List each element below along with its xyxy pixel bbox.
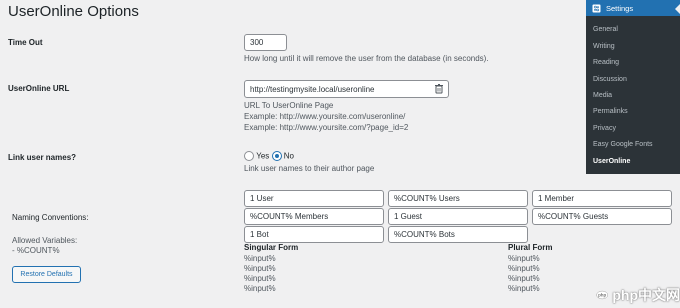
- radio-no-label[interactable]: No: [284, 152, 294, 161]
- plural-form-heading: Plural Form: [508, 243, 553, 252]
- link-names-label: Link user names?: [8, 153, 77, 162]
- submenu-item-reading[interactable]: Reading: [593, 59, 619, 66]
- url-description-line-3: Example: http://www.yoursite.com/?page_i…: [244, 123, 409, 132]
- radio-no[interactable]: [271, 151, 282, 161]
- timeout-description: How long until it will remove the user f…: [244, 54, 489, 63]
- submenu-item-media[interactable]: Media: [593, 92, 612, 99]
- naming-input-count-members[interactable]: %COUNT% Members: [244, 208, 384, 225]
- page-title: UserOnline Options: [8, 3, 139, 20]
- naming-input-1-guest[interactable]: 1 Guest: [388, 208, 528, 225]
- url-input-value: http://testingmysite.local/useronline: [250, 84, 375, 94]
- singular-form-heading: Singular Form: [244, 243, 299, 252]
- timeout-input[interactable]: 300: [244, 34, 287, 51]
- submenu-item-general[interactable]: General: [593, 26, 618, 33]
- radio-yes[interactable]: [244, 151, 254, 161]
- submenu-item-discussion[interactable]: Discussion: [593, 76, 627, 83]
- watermark-text: php中文网: [612, 287, 680, 303]
- radio-yes-label[interactable]: Yes: [256, 152, 269, 161]
- submenu-item-permalinks[interactable]: Permalinks: [593, 108, 628, 115]
- settings-submenu: Settings General Writing Reading Discuss…: [586, 0, 680, 174]
- naming-input-count-users[interactable]: %COUNT% Users: [388, 190, 528, 207]
- singular-item: %input%: [244, 274, 276, 283]
- allowed-variables-value: - %COUNT%: [12, 246, 60, 255]
- current-menu-arrow-icon: [675, 4, 680, 14]
- naming-input-1-member[interactable]: 1 Member: [532, 190, 672, 207]
- naming-label: Naming Conventions:: [12, 213, 89, 222]
- naming-input-count-guests[interactable]: %COUNT% Guests: [532, 208, 672, 225]
- settings-icon: [592, 4, 601, 12]
- restore-defaults-button[interactable]: Restore Defaults: [12, 266, 81, 283]
- watermark: php php中文网: [596, 282, 680, 308]
- plural-item: %input%: [508, 284, 540, 293]
- naming-input-1-bot[interactable]: 1 Bot: [244, 226, 384, 243]
- singular-form-list: %input% %input% %input% %input%: [244, 254, 276, 294]
- naming-input-count-bots[interactable]: %COUNT% Bots: [388, 226, 528, 243]
- php-logo-icon: php: [596, 290, 609, 300]
- submenu-item-easy-google-fonts[interactable]: Easy Google Fonts: [593, 141, 653, 148]
- submenu-item-privacy[interactable]: Privacy: [593, 125, 616, 132]
- url-description-line-1: URL To UserOnline Page: [244, 101, 334, 110]
- plural-form-list: %input% %input% %input% %input%: [508, 254, 540, 294]
- link-names-radio-group: Yes No: [244, 151, 294, 161]
- plural-item: %input%: [508, 264, 540, 273]
- singular-item: %input%: [244, 254, 276, 263]
- url-description-line-2: Example: http://www.yoursite.com/useronl…: [244, 112, 406, 121]
- submenu-item-useronline[interactable]: UserOnline: [593, 158, 630, 165]
- naming-input-1-user[interactable]: 1 User: [244, 190, 384, 207]
- singular-item: %input%: [244, 284, 276, 293]
- svg-text:php: php: [598, 293, 606, 298]
- timeout-label: Time Out: [8, 38, 43, 47]
- plural-item: %input%: [508, 254, 540, 263]
- singular-item: %input%: [244, 264, 276, 273]
- settings-menu-header[interactable]: Settings: [586, 0, 680, 16]
- clear-icon[interactable]: [435, 84, 443, 94]
- plural-item: %input%: [508, 274, 540, 283]
- url-label: UserOnline URL: [8, 84, 70, 93]
- submenu-item-writing[interactable]: Writing: [593, 43, 615, 50]
- url-input[interactable]: http://testingmysite.local/useronline: [244, 80, 449, 98]
- settings-menu-label: Settings: [606, 3, 634, 13]
- link-names-description: Link user names to their author page: [244, 164, 375, 173]
